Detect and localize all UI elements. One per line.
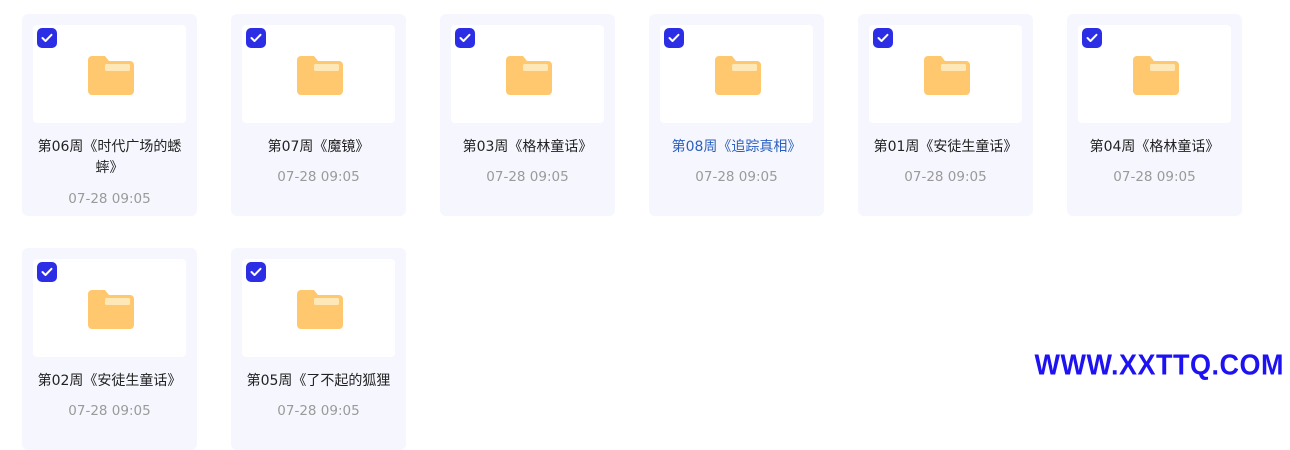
modified-time: 07-28 09:05 (486, 169, 569, 185)
checkmark-icon (250, 267, 262, 276)
file-name[interactable]: 第04周《格林童话》 (1075, 137, 1234, 158)
checkmark-icon (41, 33, 53, 42)
folder-card[interactable]: 第02周《安徒生童话》 07-28 09:05 (22, 248, 197, 450)
file-name[interactable]: 第02周《安徒生童话》 (30, 371, 189, 392)
file-name[interactable]: 第03周《格林童话》 (448, 137, 607, 158)
select-checkbox[interactable] (455, 28, 475, 48)
select-checkbox[interactable] (873, 28, 893, 48)
folder-card[interactable]: 第03周《格林童话》 07-28 09:05 (440, 14, 615, 216)
modified-time: 07-28 09:05 (904, 169, 987, 185)
file-name[interactable]: 第07周《魔镜》 (239, 137, 398, 158)
file-name[interactable]: 第06周《时代广场的蟋蟀》 (30, 137, 189, 179)
folder-icon (924, 56, 970, 95)
folder-icon (297, 290, 343, 329)
folder-card[interactable]: 第01周《安徒生童话》 07-28 09:05 (858, 14, 1033, 216)
select-checkbox[interactable] (246, 262, 266, 282)
checkmark-icon (41, 267, 53, 276)
folder-card[interactable]: 第06周《时代广场的蟋蟀》 07-28 09:05 (22, 14, 197, 216)
folder-card[interactable]: 第07周《魔镜》 07-28 09:05 (231, 14, 406, 216)
modified-time: 07-28 09:05 (277, 169, 360, 185)
folder-icon (506, 56, 552, 95)
checkmark-icon (250, 33, 262, 42)
folder-icon (715, 56, 761, 95)
select-checkbox[interactable] (37, 28, 57, 48)
select-checkbox[interactable] (246, 28, 266, 48)
select-checkbox[interactable] (664, 28, 684, 48)
file-name[interactable]: 第05周《了不起的狐狸 (239, 371, 398, 392)
folder-icon (88, 290, 134, 329)
modified-time: 07-28 09:05 (68, 191, 151, 207)
folder-card[interactable]: 第05周《了不起的狐狸 07-28 09:05 (231, 248, 406, 450)
select-checkbox[interactable] (37, 262, 57, 282)
folder-card[interactable]: 第08周《追踪真相》 07-28 09:05 (649, 14, 824, 216)
modified-time: 07-28 09:05 (1113, 169, 1196, 185)
file-grid: 第06周《时代广场的蟋蟀》 07-28 09:05 第07周《魔镜》 07-28… (22, 14, 1262, 450)
modified-time: 07-28 09:05 (68, 403, 151, 419)
file-name[interactable]: 第01周《安徒生童话》 (866, 137, 1025, 158)
checkmark-icon (668, 33, 680, 42)
select-checkbox[interactable] (1082, 28, 1102, 48)
folder-card[interactable]: 第04周《格林童话》 07-28 09:05 (1067, 14, 1242, 216)
folder-icon (297, 56, 343, 95)
modified-time: 07-28 09:05 (695, 169, 778, 185)
folder-icon (1133, 56, 1179, 95)
folder-icon (88, 56, 134, 95)
checkmark-icon (877, 33, 889, 42)
checkmark-icon (1086, 33, 1098, 42)
modified-time: 07-28 09:05 (277, 403, 360, 419)
watermark-text: WWW.XXTTQ.COM (1034, 349, 1284, 381)
checkmark-icon (459, 33, 471, 42)
file-name[interactable]: 第08周《追踪真相》 (657, 137, 816, 158)
